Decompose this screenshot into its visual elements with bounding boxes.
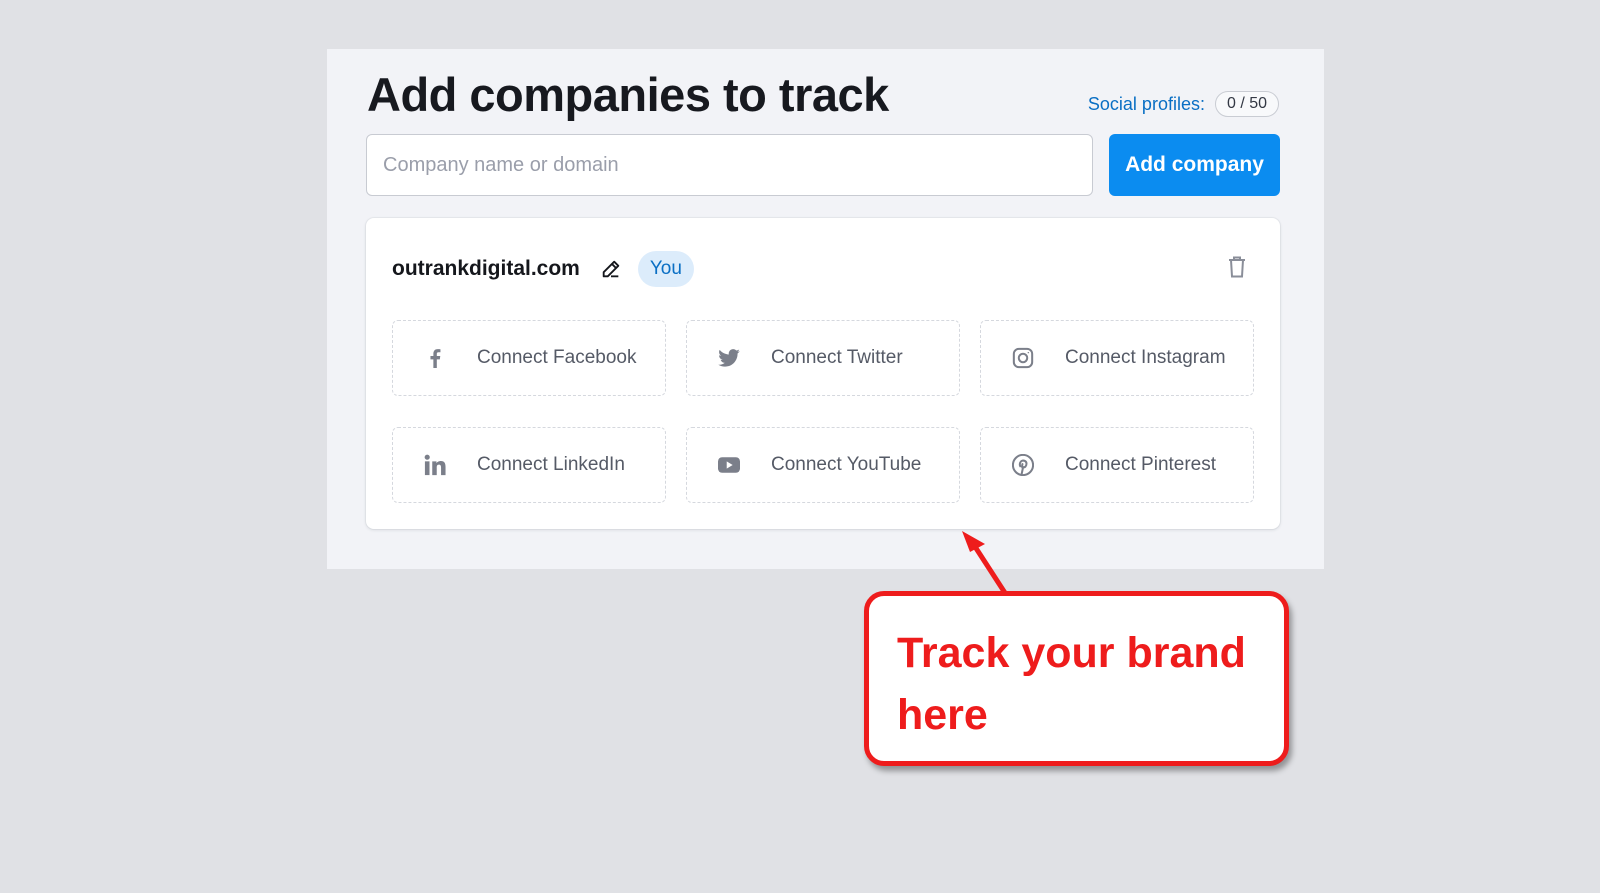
add-companies-panel: Add companies to track Social profiles: … bbox=[327, 49, 1324, 569]
you-badge: You bbox=[637, 251, 694, 287]
connect-youtube-button[interactable]: Connect YouTube bbox=[686, 427, 960, 503]
company-card: outrankdigital.com You Connect Facebook … bbox=[366, 218, 1280, 529]
social-profiles-label: Social profiles: bbox=[1087, 93, 1205, 114]
connect-instagram-label: Connect Instagram bbox=[1065, 347, 1226, 368]
connect-facebook-label: Connect Facebook bbox=[477, 347, 637, 368]
connect-linkedin-button[interactable]: Connect LinkedIn bbox=[392, 427, 666, 503]
connect-pinterest-button[interactable]: Connect Pinterest bbox=[980, 427, 1254, 503]
callout-line-2: here bbox=[897, 691, 988, 739]
instagram-icon bbox=[981, 347, 1065, 369]
connect-twitter-label: Connect Twitter bbox=[771, 347, 903, 368]
callout-line-1: Track your brand bbox=[897, 629, 1246, 677]
add-company-button[interactable]: Add company bbox=[1109, 134, 1280, 196]
connect-pinterest-label: Connect Pinterest bbox=[1065, 454, 1217, 475]
callout-arrow bbox=[962, 531, 1010, 598]
pencil-icon[interactable] bbox=[600, 258, 622, 280]
youtube-icon bbox=[687, 457, 771, 473]
twitter-icon bbox=[687, 349, 771, 367]
connect-youtube-label: Connect YouTube bbox=[771, 454, 922, 475]
facebook-icon bbox=[393, 348, 477, 368]
pinterest-icon bbox=[981, 454, 1065, 476]
linkedin-icon bbox=[393, 454, 477, 476]
connect-facebook-button[interactable]: Connect Facebook bbox=[392, 320, 666, 396]
page-title: Add companies to track bbox=[367, 68, 889, 121]
company-search-input[interactable] bbox=[366, 134, 1093, 196]
trash-icon[interactable] bbox=[1228, 256, 1246, 278]
company-domain: outrankdigital.com bbox=[392, 257, 580, 280]
social-profiles-count: 0 / 50 bbox=[1214, 91, 1279, 117]
connect-linkedin-label: Connect LinkedIn bbox=[477, 454, 625, 475]
annotation-callout: Track your brand here bbox=[864, 591, 1289, 766]
connect-instagram-button[interactable]: Connect Instagram bbox=[980, 320, 1254, 396]
company-header: outrankdigital.com You bbox=[392, 251, 694, 287]
social-profiles-quota: Social profiles: 0 / 50 bbox=[1088, 91, 1279, 117]
connect-twitter-button[interactable]: Connect Twitter bbox=[686, 320, 960, 396]
